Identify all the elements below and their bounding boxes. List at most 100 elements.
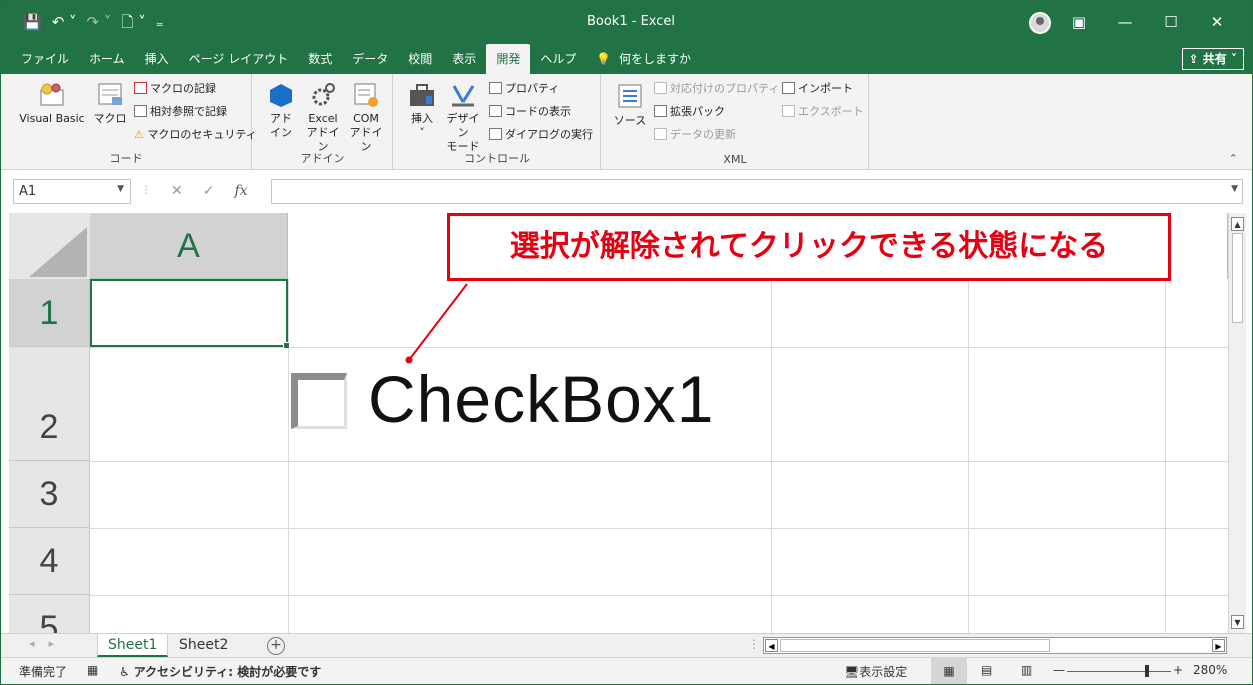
tab-view[interactable]: 表示	[442, 44, 486, 74]
macro-security-button[interactable]: ⚠ マクロのセキュリティ	[134, 127, 257, 143]
zoom-in-button[interactable]: +	[1173, 663, 1183, 677]
map-properties-icon	[654, 82, 667, 94]
relative-references-button[interactable]: 相対参照で記録	[134, 104, 227, 120]
scroll-up-arrow-icon[interactable]: ▲	[1231, 217, 1244, 231]
tab-formulas[interactable]: 数式	[298, 44, 342, 74]
visual-basic-button[interactable]: Visual Basic	[15, 80, 89, 126]
row-header-4[interactable]: 4	[9, 528, 90, 595]
record-macro-button[interactable]: マクロの記録	[134, 81, 216, 97]
row-header-5[interactable]: 5	[9, 595, 90, 633]
xml-import-button[interactable]: インポート	[782, 81, 853, 97]
new-file-icon[interactable]: 🗋 ˅	[121, 13, 145, 31]
gridline	[1165, 279, 1166, 633]
tell-me-search[interactable]: 💡 何をしますか	[586, 44, 701, 74]
cancel-formula-icon[interactable]: ✕	[171, 183, 183, 199]
normal-view-icon[interactable]: ▦	[931, 658, 967, 684]
design-mode-button[interactable]: デザイン モード	[442, 82, 484, 154]
row-header-1[interactable]: 1	[9, 279, 90, 347]
column-header-a[interactable]: A	[90, 213, 288, 279]
group-label-code: コード	[109, 152, 143, 165]
tab-page-layout[interactable]: ページ レイアウト	[179, 44, 299, 74]
collapse-ribbon-icon[interactable]: ⌃	[1229, 152, 1238, 165]
name-box[interactable]: A1 ▼	[13, 179, 131, 204]
customize-qat-icon[interactable]: ₌	[156, 13, 164, 31]
horizontal-scroll-thumb[interactable]	[780, 639, 1050, 652]
vertical-scrollbar[interactable]: ▲ ▼	[1228, 213, 1246, 633]
sheet-nav-arrows-icon[interactable]: ◂▸	[29, 637, 68, 650]
insert-control-button[interactable]: 挿入 ˅	[404, 82, 440, 140]
tab-review[interactable]: 校閲	[398, 44, 442, 74]
minimize-button[interactable]: —	[1102, 9, 1148, 35]
xml-source-button[interactable]: ソース	[610, 82, 650, 128]
accessibility-status[interactable]: ♿ アクセシビリティ: 検討が必要です	[119, 663, 321, 680]
display-settings-button[interactable]: 🖥表示設定	[844, 663, 907, 680]
tab-insert[interactable]: 挿入	[135, 44, 179, 74]
name-box-dropdown-icon[interactable]: ▼	[117, 184, 124, 194]
formula-input[interactable]: ▼	[271, 179, 1243, 204]
macro-record-status-icon[interactable]: ▦	[87, 663, 98, 677]
refresh-data-button[interactable]: データの更新	[654, 127, 736, 143]
addins-button[interactable]: アド イン	[263, 82, 299, 140]
xml-source-icon	[618, 84, 642, 108]
tab-developer[interactable]: 開発	[486, 44, 531, 74]
expansion-packs-button[interactable]: 拡張パック	[654, 104, 725, 120]
relative-references-icon	[134, 105, 147, 117]
tab-file[interactable]: ファイル	[11, 44, 79, 74]
scroll-right-arrow-icon[interactable]: ▶	[1212, 639, 1225, 652]
zoom-slider-thumb[interactable]	[1145, 665, 1149, 677]
undo-icon[interactable]: ↶ ˅	[52, 13, 77, 31]
tab-data[interactable]: データ	[342, 44, 398, 74]
gridline	[771, 279, 772, 633]
row-header-2[interactable]: 2	[9, 347, 90, 461]
tab-help[interactable]: ヘルプ	[530, 44, 586, 74]
vertical-scroll-thumb[interactable]	[1232, 233, 1243, 323]
account-avatar[interactable]	[1029, 12, 1051, 34]
gridline	[90, 461, 1228, 462]
properties-button[interactable]: プロパティ	[489, 81, 559, 97]
active-cell-a1[interactable]	[90, 279, 290, 349]
select-all-triangle	[29, 227, 87, 277]
ribbon-display-options-icon[interactable]: ▣	[1056, 9, 1102, 35]
group-controls: 挿入 ˅ デザイン モード プロパティ コードの表示 ダイアログの実行 コントロール	[394, 74, 601, 170]
zoom-level[interactable]: 280%	[1193, 663, 1227, 677]
run-dialog-button[interactable]: ダイアログの実行	[489, 127, 593, 143]
horizontal-scrollbar[interactable]: ◀ ▶	[763, 637, 1227, 654]
annotation-callout: 選択が解除されてクリックできる状態になる	[447, 213, 1171, 281]
add-sheet-icon[interactable]: +	[267, 637, 285, 655]
save-icon[interactable]: 💾	[23, 13, 42, 31]
redo-icon[interactable]: ↷ ˅	[87, 13, 112, 31]
view-code-button[interactable]: コードの表示	[489, 104, 571, 120]
tab-home[interactable]: ホーム	[79, 44, 135, 74]
maximize-button[interactable]: ☐	[1148, 9, 1194, 35]
group-label-xml: XML	[723, 153, 747, 166]
row-header-3[interactable]: 3	[9, 461, 90, 528]
enter-formula-icon[interactable]: ✓	[203, 183, 215, 199]
checkbox1-control[interactable]	[291, 373, 347, 429]
expand-formula-bar-icon[interactable]: ▼	[1231, 184, 1238, 194]
sheet-tab-sheet1[interactable]: Sheet1	[97, 634, 169, 657]
ribbon: Visual Basic マクロ マクロの記録 相対参照で記録 ⚠ マクロのセキ…	[1, 74, 1252, 170]
page-layout-view-icon[interactable]: ▤	[981, 663, 992, 677]
sheet-tab-sheet2[interactable]: Sheet2	[169, 634, 238, 657]
checkbox1-label[interactable]: CheckBox1	[368, 359, 715, 439]
xml-export-button[interactable]: エクスポート	[782, 104, 864, 120]
status-bar: 準備完了 ▦ ♿ アクセシビリティ: 検討が必要です 🖥表示設定 ▦ ▤ ▥ —…	[1, 657, 1252, 684]
close-button[interactable]: ✕	[1194, 9, 1240, 35]
macros-button[interactable]: マクロ	[93, 80, 127, 126]
zoom-slider-track[interactable]	[1067, 671, 1171, 672]
group-label-controls: コントロール	[464, 152, 530, 165]
page-break-preview-icon[interactable]: ▥	[1021, 663, 1032, 677]
sheet-tab-bar: ◂▸ Sheet1 Sheet2 + ⋮ ◀ ▶	[1, 633, 1252, 657]
com-addins-button[interactable]: COM アドイン	[346, 82, 386, 154]
tab-split-handle-icon[interactable]: ⋮	[748, 637, 760, 651]
title-bar: 💾 ↶ ˅ ↷ ˅ 🗋 ˅ ₌ Book1 - Excel ▣ — ☐ ✕	[1, 1, 1252, 44]
scroll-left-arrow-icon[interactable]: ◀	[765, 639, 778, 652]
insert-function-icon[interactable]: fx	[234, 183, 247, 199]
map-properties-button[interactable]: 対応付けのプロパティ	[654, 81, 779, 97]
excel-addins-button[interactable]: Excel アドイン	[303, 82, 343, 154]
gridline	[90, 528, 1228, 529]
zoom-out-button[interactable]: —	[1053, 663, 1065, 677]
scroll-down-arrow-icon[interactable]: ▼	[1231, 615, 1244, 629]
com-addins-icon	[354, 83, 378, 107]
share-button[interactable]: ⇪ 共有 ˅	[1181, 48, 1244, 70]
